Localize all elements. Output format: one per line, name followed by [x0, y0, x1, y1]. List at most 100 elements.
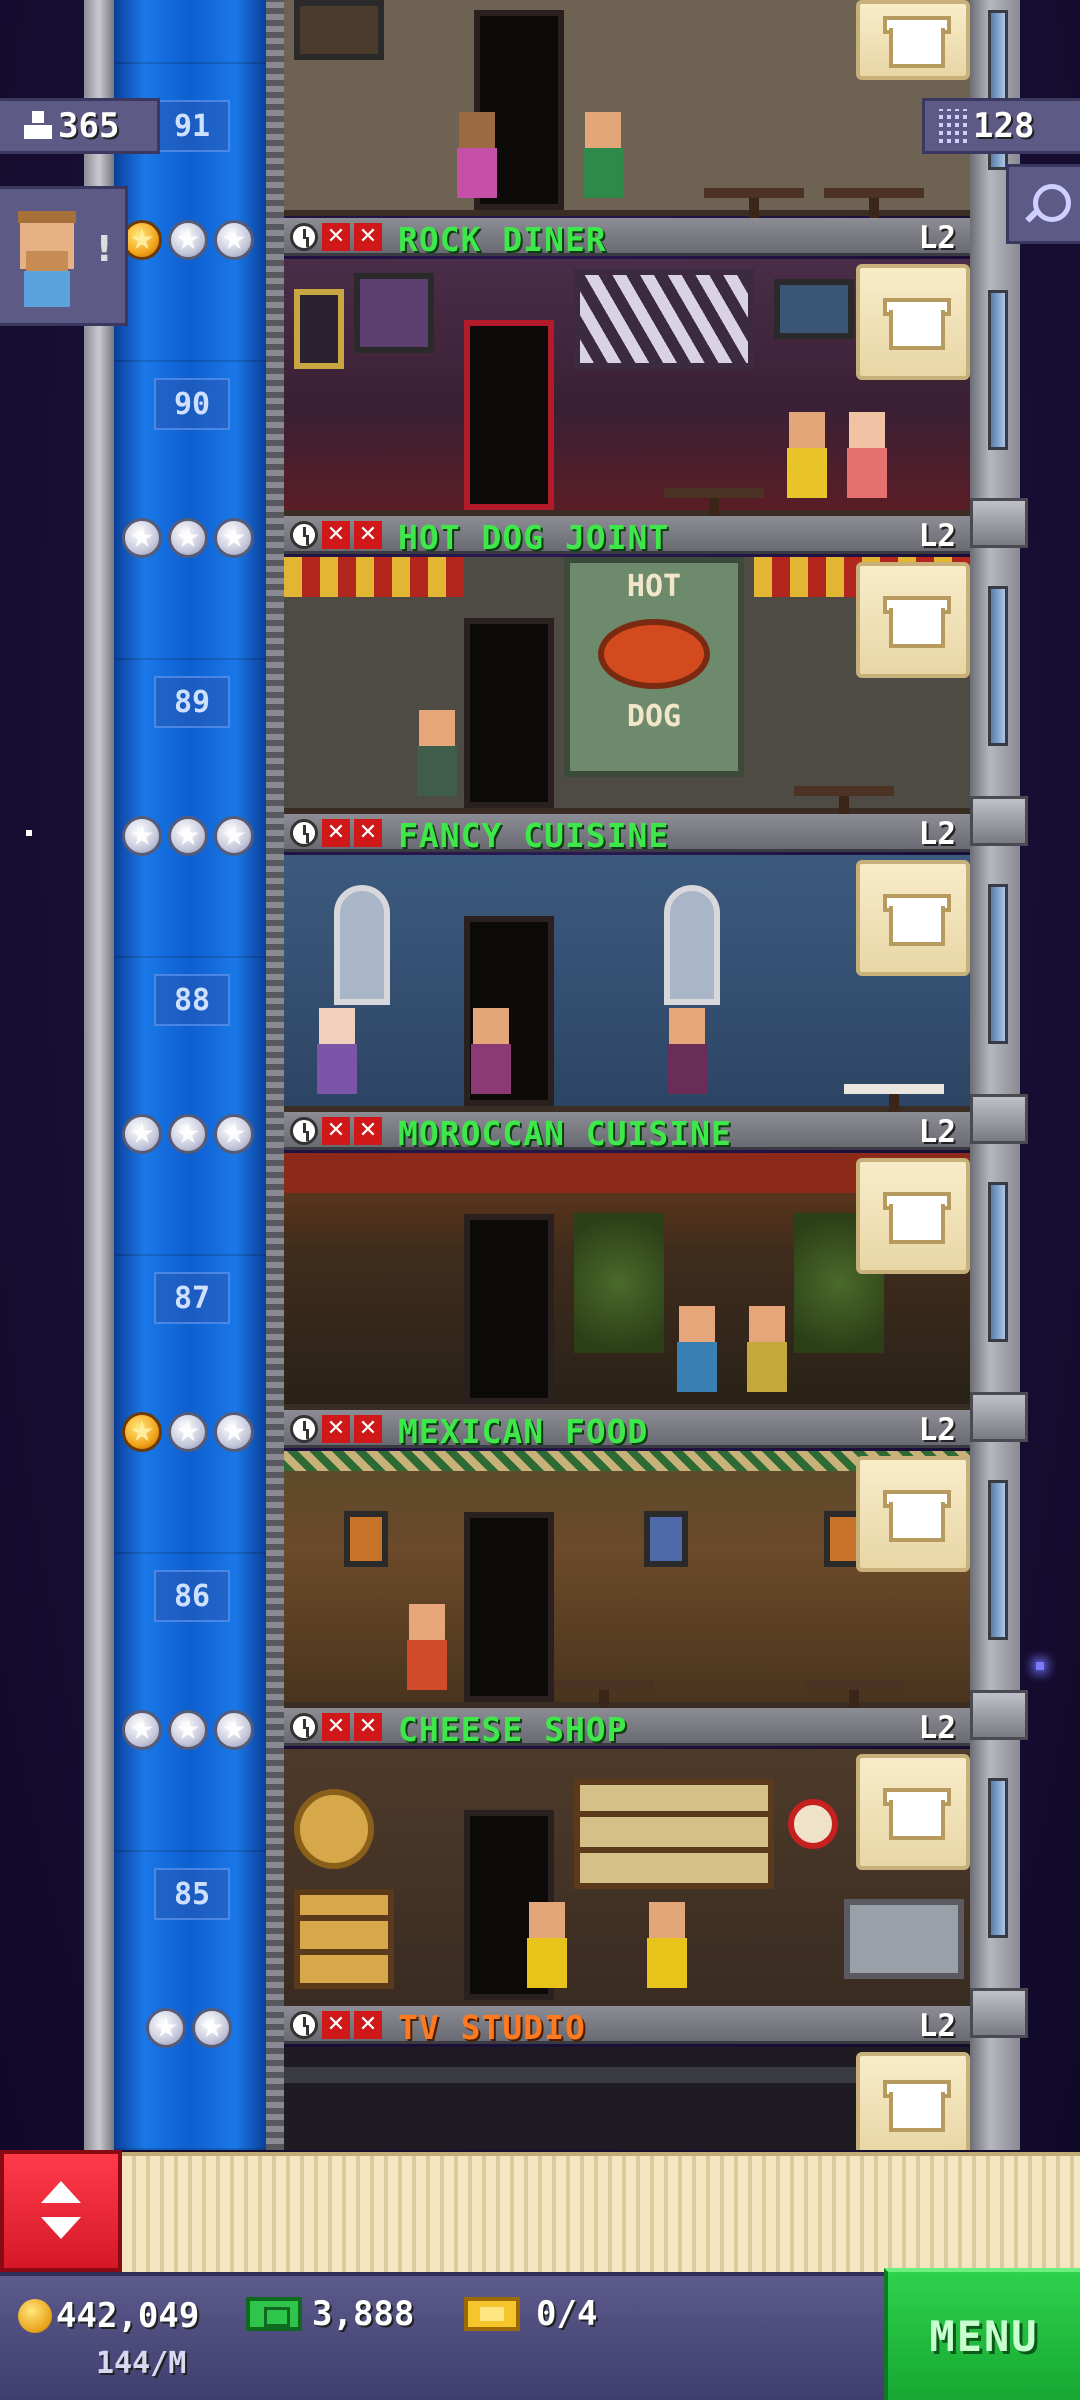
silver-star-icon — [214, 1710, 254, 1750]
table — [554, 1680, 654, 1720]
space-star — [1036, 1662, 1044, 1670]
pillar-cap — [970, 796, 1028, 846]
floor-header[interactable]: ✕ ✕ HOT DOG JOINT L2 — [284, 516, 970, 557]
pillar-cap — [970, 1094, 1028, 1144]
floor-87[interactable]: ✕✕ MOROCCAN CUISINE L2 87 — [114, 1112, 970, 1410]
floor-90[interactable]: ✕✕ ROCK DINER L2 90 — [114, 218, 970, 528]
gold-star-icon — [122, 220, 162, 260]
bitizen[interactable] — [314, 1008, 360, 1094]
pillar-window — [988, 290, 1008, 450]
x-icon: ✕ — [322, 223, 350, 251]
x-icon: ✕ — [322, 1117, 350, 1145]
restock-button[interactable] — [856, 562, 970, 678]
floor-header[interactable]: ✕ ✕ FANCY CUISINE L2 — [284, 814, 970, 855]
clock-icon — [290, 1117, 318, 1145]
floor-number: 86 — [154, 1570, 230, 1622]
floor-86[interactable]: ✕✕ MEXICAN FOOD L2 86 — [114, 1410, 970, 1720]
bitizen[interactable] — [580, 112, 626, 198]
floor-header[interactable]: ✕ ✕ MEXICAN FOOD L2 — [284, 1410, 970, 1451]
bitizen-notification-button[interactable]: ! — [0, 186, 128, 326]
floor-85[interactable]: ✕✕ CHEESE SHOP L2 85 — [114, 1708, 970, 2006]
table — [844, 1084, 944, 1124]
floor-84[interactable]: ✕✕ TV STUDIO L2 — [114, 2006, 970, 2150]
ticket-icon — [464, 2297, 520, 2331]
search-button[interactable] — [1006, 164, 1080, 244]
elevator-scroll-button[interactable] — [0, 2150, 122, 2272]
cheese-shelf — [574, 1779, 774, 1889]
zebra-wall — [574, 269, 754, 369]
pot-icon — [883, 1788, 951, 1840]
bitizen[interactable] — [674, 1306, 720, 1392]
clock-icon — [290, 1415, 318, 1443]
bux-display[interactable]: 3,888 — [246, 2294, 414, 2334]
pot-icon — [883, 1192, 951, 1244]
tickets-display[interactable]: 0/4 — [464, 2294, 597, 2334]
x-icon: ✕ — [354, 2011, 382, 2039]
x-icon: ✕ — [322, 1713, 350, 1741]
bitizen[interactable] — [404, 1604, 450, 1690]
bitizen[interactable] — [454, 112, 500, 198]
bitizen[interactable] — [468, 1008, 514, 1094]
hot-dog-illustration — [598, 619, 710, 689]
cheese-wheel — [294, 1789, 374, 1869]
bitizen[interactable] — [414, 710, 460, 796]
floor-91[interactable]: 91 — [114, 0, 970, 228]
restock-button[interactable] — [856, 2052, 970, 2150]
pillar-window — [988, 1480, 1008, 1640]
wall-frame — [644, 1511, 688, 1567]
silver-star-icon — [122, 816, 162, 856]
wall-tv — [774, 279, 854, 339]
pillar-window — [988, 586, 1008, 746]
floor-level: L2 — [918, 1412, 956, 1448]
silver-star-icon — [168, 1114, 208, 1154]
tickets-value: 0/4 — [536, 2294, 598, 2334]
restock-button[interactable] — [856, 264, 970, 380]
silver-star-icon — [146, 2008, 186, 2048]
bitizen[interactable] — [664, 1008, 710, 1094]
floor-name: CHEESE SHOP — [398, 1710, 628, 1749]
sign-text-top: HOT — [626, 569, 682, 604]
x-icon: ✕ — [354, 1117, 382, 1145]
floor-header[interactable]: ✕ ✕ TV STUDIO L2 — [284, 2006, 970, 2047]
floor-number: 87 — [154, 1272, 230, 1324]
bitizen[interactable] — [524, 1902, 570, 1988]
clock-icon — [290, 819, 318, 847]
person-icon — [24, 111, 52, 141]
silver-star-icon — [122, 518, 162, 558]
x-icon: ✕ — [354, 1415, 382, 1443]
wall-shelf — [294, 0, 384, 60]
lobby-floor[interactable] — [122, 2152, 1080, 2272]
avatar-hair — [18, 211, 76, 223]
floor-89[interactable]: ✕✕ HOT DOG JOINT L2 HOT DOG 89 — [114, 516, 970, 826]
restock-button[interactable] — [856, 1158, 970, 1274]
floor-level: L2 — [918, 220, 956, 256]
pot-icon — [883, 894, 951, 946]
floor-header[interactable]: ✕ ✕ MOROCCAN CUISINE L2 — [284, 1112, 970, 1153]
display-counter — [844, 1899, 964, 1979]
population-counter[interactable]: 365 — [0, 98, 160, 154]
bitizen[interactable] — [644, 1902, 690, 1988]
sign-text-bottom: DOG — [626, 699, 682, 734]
restock-button[interactable] — [856, 1754, 970, 1870]
floor-header[interactable]: ✕ ✕ CHEESE SHOP L2 — [284, 1708, 970, 1749]
menu-button[interactable]: MENU — [884, 2268, 1080, 2400]
floor-number: 85 — [154, 1868, 230, 1920]
floor-header[interactable]: ✕ ✕ ROCK DINER L2 — [284, 218, 970, 259]
restock-button[interactable] — [856, 1456, 970, 1572]
floor-88[interactable]: ✕✕ FANCY CUISINE L2 88 — [114, 814, 970, 1124]
floor-level: L2 — [918, 1114, 956, 1150]
floor-counter[interactable]: 128 — [922, 98, 1080, 154]
floor-number: 91 — [154, 100, 230, 152]
star-rating — [122, 1710, 254, 1750]
restock-button[interactable] — [856, 860, 970, 976]
floor-number: 90 — [154, 378, 230, 430]
restock-button[interactable] — [856, 0, 970, 80]
x-icon: ✕ — [322, 521, 350, 549]
bitizen[interactable] — [844, 412, 890, 498]
star-rating — [122, 518, 254, 558]
gold-star-icon — [122, 1412, 162, 1452]
clock-icon — [290, 2011, 318, 2039]
x-icon: ✕ — [354, 819, 382, 847]
bitizen[interactable] — [744, 1306, 790, 1392]
bitizen[interactable] — [784, 412, 830, 498]
